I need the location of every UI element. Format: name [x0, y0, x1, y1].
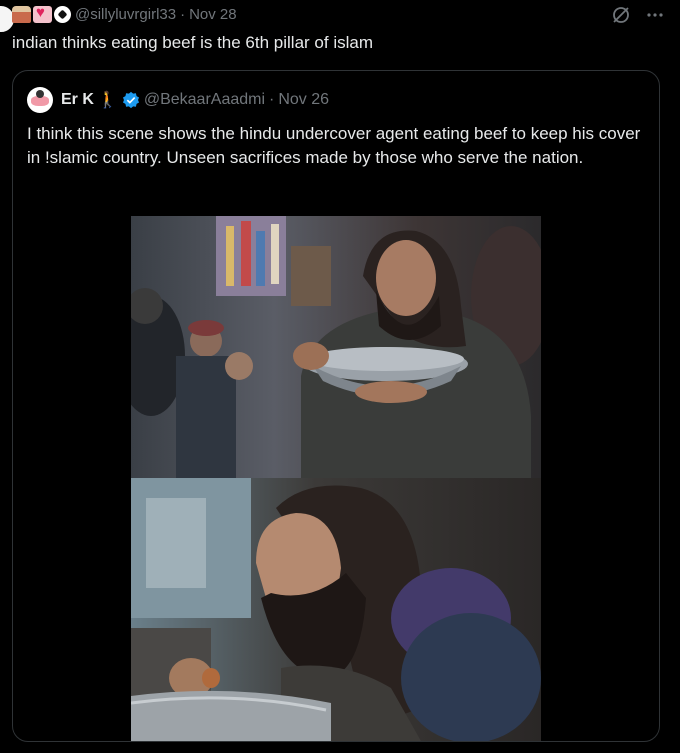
display-name-emojis[interactable] — [12, 4, 71, 23]
quote-author-avatar[interactable] — [27, 87, 53, 113]
quote-header-separator: · — [269, 91, 275, 108]
quote-tweet-card[interactable]: Er K 🚶 @BekaarAaadmi · Nov 26 I think th… — [12, 70, 660, 742]
quote-media-image-bottom[interactable] — [131, 478, 541, 741]
more-options-dots — [647, 13, 663, 17]
verified-badge-icon — [122, 91, 139, 109]
author-handle[interactable]: @sillyluvrgirl33 — [75, 6, 176, 23]
person-walking-emoji-icon: 🚶 — [97, 92, 118, 109]
tweet-top-actions — [610, 4, 666, 26]
quote-media-image-top[interactable] — [131, 216, 541, 478]
soccer-ball-emoji-icon — [54, 5, 71, 23]
car-emoji-icon — [12, 5, 31, 23]
grok-icon[interactable] — [610, 4, 632, 26]
quote-date[interactable]: Nov 26 — [278, 91, 329, 109]
tweet-header: @sillyluvrgirl33 · Nov 28 — [12, 4, 237, 24]
grok-icon-glyph — [613, 7, 629, 23]
quote-display-name[interactable]: Er K — [61, 91, 94, 109]
tweet-date[interactable]: Nov 28 — [189, 6, 237, 23]
quote-text: I think this scene shows the hindu under… — [27, 124, 641, 167]
quote-header: Er K 🚶 @BekaarAaadmi · Nov 26 — [27, 87, 329, 113]
photo-drinking-from-bowl — [131, 216, 541, 478]
photo-eating-profile — [131, 478, 541, 741]
header-separator: · — [180, 5, 186, 23]
more-options-icon[interactable] — [644, 4, 666, 26]
quote-handle[interactable]: @BekaarAaadmi — [144, 91, 265, 109]
tweet-text: indian thinks eating beef is the 6th pil… — [12, 33, 373, 52]
heart-emoji-icon — [33, 4, 52, 23]
